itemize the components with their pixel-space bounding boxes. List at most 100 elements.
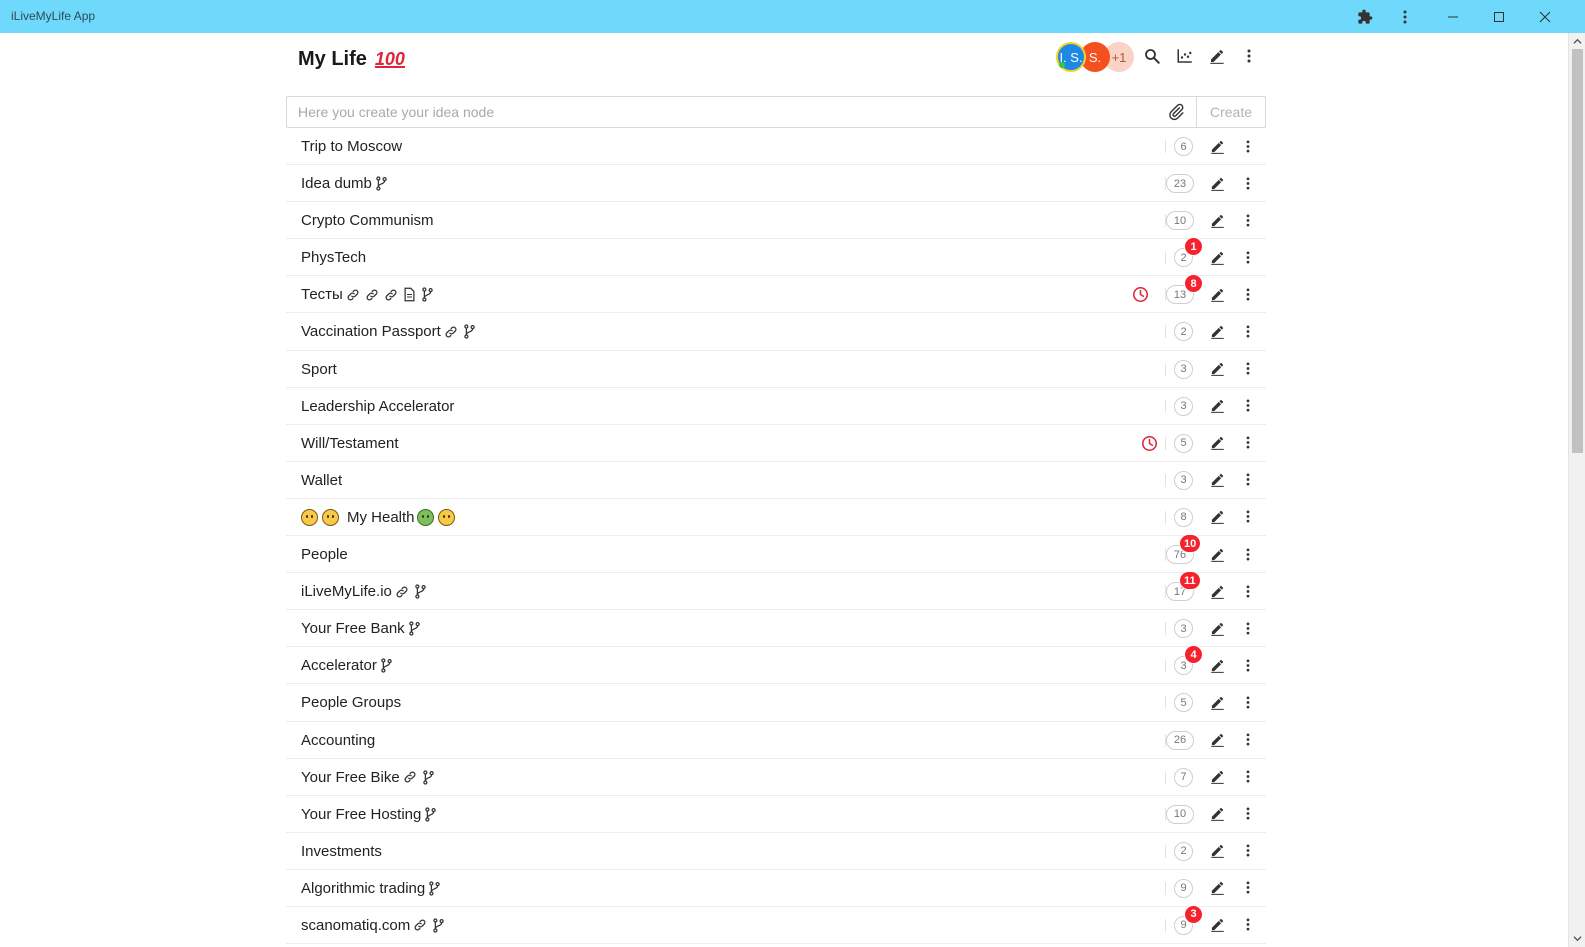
maximize-icon[interactable] [1479, 0, 1519, 33]
node-menu-button[interactable] [1240, 730, 1256, 750]
vertical-scrollbar[interactable] [1568, 33, 1585, 947]
scroll-thumb[interactable] [1572, 49, 1583, 453]
node-menu-button[interactable] [1240, 247, 1256, 267]
reminder-clock-icon[interactable] [1141, 435, 1158, 452]
node-label[interactable]: My Health [301, 499, 457, 536]
list-item[interactable]: Investments 2 [286, 833, 1266, 870]
node-label[interactable]: Wallet [301, 462, 342, 499]
list-item[interactable]: Accounting 26 [286, 722, 1266, 759]
list-item[interactable]: My Health 8 [286, 499, 1266, 537]
notification-badge[interactable]: 8 [1185, 275, 1202, 293]
list-item[interactable]: Your Free Bank 3 [286, 610, 1266, 648]
notification-badge[interactable]: 3 [1185, 905, 1202, 923]
list-item[interactable]: scanomatiq.com 9 3 [286, 905, 1266, 945]
node-label[interactable]: Your Free Bank [301, 610, 421, 647]
notification-badge[interactable]: 1 [1185, 238, 1202, 256]
node-menu-button[interactable] [1240, 210, 1256, 230]
edit-node-button[interactable] [1207, 915, 1227, 935]
list-item[interactable]: Leadership Accelerator 3 [286, 388, 1266, 425]
chart-icon[interactable] [1173, 44, 1197, 68]
notification-badge[interactable]: 11 [1180, 572, 1200, 590]
edit-node-button[interactable] [1207, 878, 1227, 898]
node-label[interactable]: Investments [301, 833, 382, 870]
list-item[interactable]: Idea dumb 23 [286, 165, 1266, 203]
node-menu-button[interactable] [1240, 655, 1256, 675]
list-item[interactable]: Vaccination Passport 2 [286, 313, 1266, 351]
list-item[interactable]: Your Free Bike 7 [286, 759, 1266, 796]
node-menu-button[interactable] [1240, 841, 1256, 861]
node-menu-button[interactable] [1240, 581, 1256, 601]
edit-node-button[interactable] [1207, 284, 1227, 304]
edit-node-button[interactable] [1207, 470, 1227, 490]
edit-node-button[interactable] [1207, 396, 1227, 416]
node-menu-button[interactable] [1240, 767, 1256, 787]
edit-node-button[interactable] [1207, 581, 1227, 601]
edit-node-button[interactable] [1207, 655, 1227, 675]
menu-dots-icon[interactable] [1385, 0, 1425, 33]
node-label[interactable]: Your Free Bike [301, 759, 435, 796]
node-menu-button[interactable] [1240, 321, 1256, 341]
edit-node-button[interactable] [1207, 841, 1227, 861]
search-icon[interactable] [1140, 44, 1164, 68]
avatar-current-user[interactable]: I. S. [1056, 42, 1086, 72]
node-label[interactable]: People Groups [301, 684, 401, 721]
extensions-icon[interactable] [1345, 0, 1385, 33]
edit-node-button[interactable] [1207, 247, 1227, 267]
minimize-icon[interactable] [1433, 0, 1473, 33]
node-menu-button[interactable] [1240, 284, 1256, 304]
list-item[interactable]: People Groups 5 [286, 684, 1266, 722]
node-menu-button[interactable] [1240, 878, 1256, 898]
list-item[interactable]: Accelerator 3 4 [286, 646, 1266, 685]
node-label[interactable]: Sport [301, 351, 337, 388]
node-menu-button[interactable] [1240, 173, 1256, 193]
scroll-down-icon[interactable] [1573, 934, 1582, 943]
node-label[interactable]: Will/Testament [301, 425, 399, 462]
edit-node-button[interactable] [1207, 433, 1227, 453]
node-menu-button[interactable] [1240, 470, 1256, 490]
node-label[interactable]: Accelerator [301, 647, 393, 684]
list-item[interactable]: People 76 10 [286, 535, 1266, 574]
scroll-up-icon[interactable] [1573, 37, 1582, 46]
node-menu-button[interactable] [1240, 136, 1256, 156]
edit-node-button[interactable] [1207, 321, 1227, 341]
list-item[interactable]: Wallet 3 [286, 462, 1266, 499]
edit-node-button[interactable] [1207, 136, 1227, 156]
notification-badge[interactable]: 4 [1185, 646, 1202, 664]
edit-node-button[interactable] [1207, 544, 1227, 564]
node-label[interactable]: Accounting [301, 722, 375, 759]
list-item[interactable]: Crypto Communism 10 [286, 202, 1266, 240]
node-menu-button[interactable] [1240, 692, 1256, 712]
node-label[interactable]: Vaccination Passport [301, 313, 476, 350]
list-item[interactable]: Your Free Hosting 10 [286, 796, 1266, 833]
close-icon[interactable] [1525, 0, 1565, 33]
list-item[interactable]: Trip to Moscow 6 [286, 128, 1266, 166]
edit-node-button[interactable] [1207, 618, 1227, 638]
node-menu-button[interactable] [1240, 359, 1256, 379]
list-item[interactable]: Sport 3 [286, 351, 1266, 388]
node-menu-button[interactable] [1240, 433, 1256, 453]
node-label[interactable]: Leadership Accelerator [301, 388, 454, 425]
attachment-icon[interactable] [1167, 103, 1185, 121]
idea-node-input[interactable] [287, 97, 1167, 127]
edit-node-button[interactable] [1207, 804, 1227, 824]
node-menu-button[interactable] [1240, 618, 1256, 638]
list-item[interactable]: Algorithmic trading 9 [286, 870, 1266, 907]
edit-node-button[interactable] [1207, 210, 1227, 230]
edit-node-button[interactable] [1207, 767, 1227, 787]
edit-node-button[interactable] [1207, 359, 1227, 379]
node-label[interactable]: Idea dumb [301, 165, 388, 202]
edit-node-button[interactable] [1207, 507, 1227, 527]
edit-icon[interactable] [1205, 44, 1229, 68]
create-button[interactable]: Create [1196, 96, 1266, 128]
reminder-clock-icon[interactable] [1132, 286, 1149, 303]
node-menu-button[interactable] [1240, 915, 1256, 935]
node-label[interactable]: People [301, 536, 348, 573]
node-label[interactable]: Algorithmic trading [301, 870, 441, 907]
list-item[interactable]: PhysTech 2 1 [286, 238, 1266, 277]
node-label[interactable]: PhysTech [301, 239, 366, 276]
list-item[interactable]: iLiveMyLife.io 17 11 [286, 572, 1266, 611]
node-label[interactable]: Crypto Communism [301, 202, 434, 239]
node-menu-button[interactable] [1240, 544, 1256, 564]
node-menu-button[interactable] [1240, 396, 1256, 416]
node-label[interactable]: scanomatiq.com [301, 907, 445, 944]
